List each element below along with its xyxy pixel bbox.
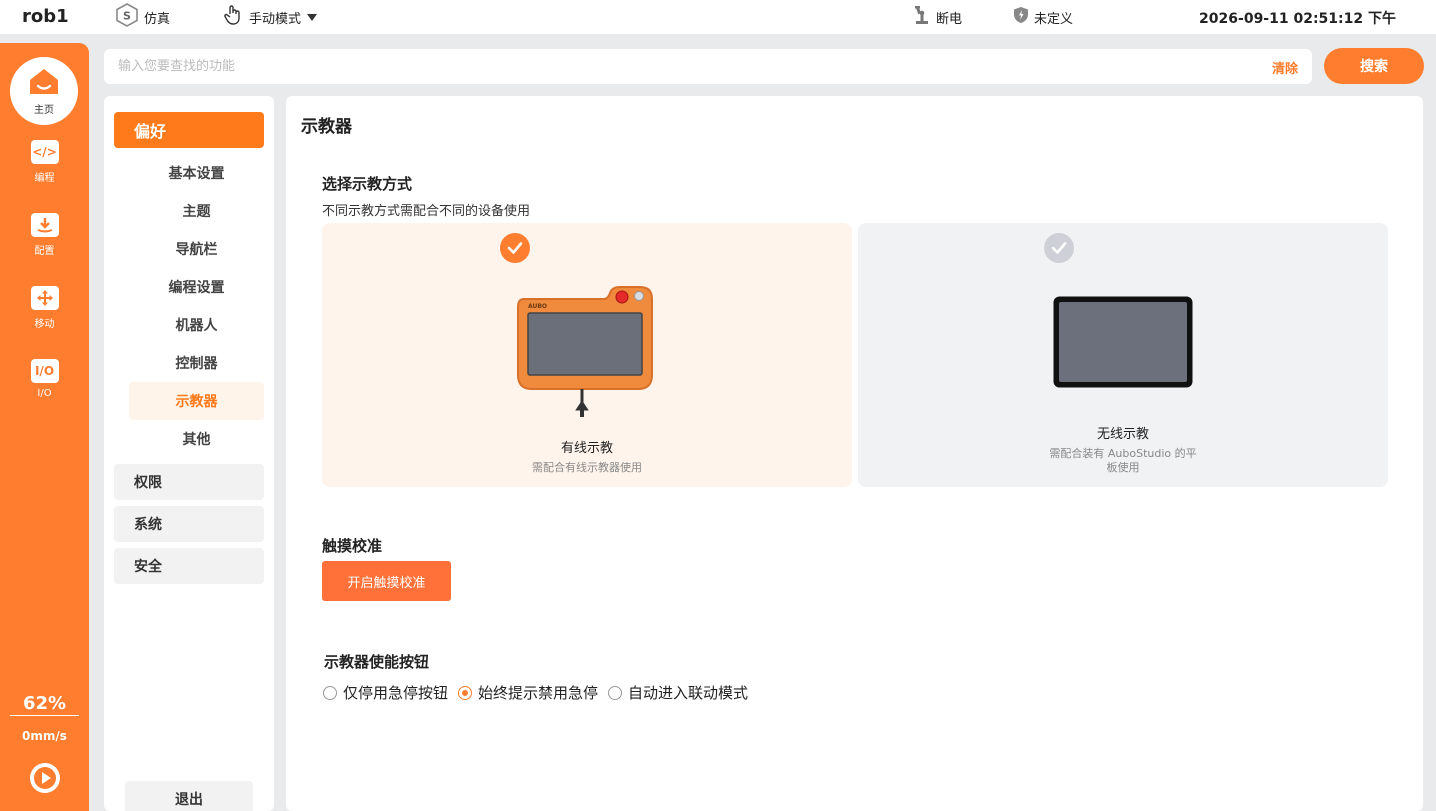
robot-name[interactable]: rob1	[22, 6, 69, 27]
main-panel: 示教器 选择示教方式 不同示教方式需配合不同的设备使用 AUBO 有线示教 需配…	[286, 96, 1423, 811]
search-input[interactable]	[118, 49, 1218, 84]
radio-circle	[608, 685, 623, 700]
mode-section-desc: 不同示教方式需配合不同的设备使用	[322, 204, 531, 219]
move-arrows-icon	[30, 286, 59, 310]
wireless-teach-desc-line1: 需配合装有 AuboStudio 的平	[1049, 447, 1197, 460]
touch-calibration-button[interactable]: 开启触摸校准	[322, 561, 451, 601]
enable-section-title: 示教器使能按钮	[324, 653, 430, 671]
nav-item-theme[interactable]: 主题	[129, 192, 264, 230]
radio-always-prompt[interactable]: 始终提示禁用急停	[458, 682, 598, 703]
rail-item-label: 编程	[34, 173, 55, 184]
radio-label: 始终提示禁用急停	[478, 684, 599, 702]
speed-percentage[interactable]: 62%	[10, 693, 79, 716]
home-icon	[28, 67, 60, 99]
rail-item-label: I/O	[37, 388, 52, 399]
rail-item-config[interactable]: 配置	[0, 213, 89, 257]
play-button[interactable]	[30, 763, 60, 793]
nav-item-teach-pendant[interactable]: 示教器	[129, 382, 264, 420]
nav-item-basic-settings[interactable]: 基本设置	[129, 154, 264, 192]
nav-item-other[interactable]: 其他	[129, 420, 264, 458]
wired-teach-card[interactable]: AUBO 有线示教 需配合有线示教器使用	[322, 223, 852, 487]
rail-item-label: 配置	[34, 246, 55, 257]
top-bar: rob1 S 仿真 手动模式 断电 未定义 2026-09-11 02:51:1…	[0, 0, 1436, 34]
chevron-down-icon	[307, 13, 318, 21]
clear-button[interactable]: 清除	[1272, 58, 1298, 77]
nav-item-programming-settings[interactable]: 编程设置	[129, 268, 264, 306]
io-icon: I/O	[30, 359, 59, 383]
safety-status[interactable]: 未定义	[1013, 7, 1073, 27]
rail-item-move[interactable]: 移动	[0, 286, 89, 330]
search-button[interactable]: 搜索	[1324, 48, 1424, 84]
rail-item-io[interactable]: I/O I/O	[0, 359, 89, 399]
play-icon	[34, 767, 56, 789]
enable-button-radio-group: 仅停用急停按钮 始终提示禁用急停 自动进入联动模式	[323, 682, 758, 703]
pendant-brand-label: AUBO	[528, 303, 547, 310]
radio-circle	[323, 685, 337, 700]
power-status[interactable]: 断电	[913, 5, 963, 29]
wireless-teach-title: 无线示教	[1096, 427, 1149, 442]
radio-label: 自动进入联动模式	[628, 684, 749, 702]
nav-item-robot[interactable]: 机器人	[129, 306, 264, 344]
logout-button[interactable]: 退出	[125, 781, 253, 811]
radio-label: 仅停用急停按钮	[343, 684, 449, 702]
radio-auto-linkage[interactable]: 自动进入联动模式	[608, 682, 748, 703]
sim-mode-indicator[interactable]: S 仿真	[115, 3, 171, 27]
rail-item-programming[interactable]: </> 编程	[0, 140, 89, 184]
nav-category-system[interactable]: 系统	[114, 506, 264, 542]
wireless-teach-desc-line2: 板使用	[1106, 461, 1140, 474]
hand-mode-dropdown[interactable]: 手动模式	[222, 4, 318, 30]
hand-pointer-icon	[222, 4, 244, 30]
code-icon: </>	[30, 140, 59, 164]
radio-disable-estop-only[interactable]: 仅停用急停按钮	[323, 682, 448, 703]
power-label: 断电	[936, 11, 963, 27]
nav-category-preferences[interactable]: 偏好	[114, 112, 264, 148]
shield-icon	[1013, 6, 1029, 28]
wired-pendant-image: AUBO	[516, 285, 656, 423]
radio-circle	[458, 685, 473, 700]
mode-section-title: 选择示教方式	[322, 175, 413, 193]
search-bar: 清除	[104, 49, 1312, 84]
wireless-teach-card[interactable]: 无线示教 需配合装有 AuboStudio 的平 板使用	[858, 223, 1388, 487]
nav-item-controller[interactable]: 控制器	[129, 344, 264, 382]
nav-category-safety[interactable]: 安全	[114, 548, 264, 584]
touch-section-title: 触摸校准	[322, 537, 383, 555]
tablet-image	[1052, 295, 1194, 393]
check-icon	[500, 233, 530, 263]
wired-teach-desc: 需配合有线示教器使用	[532, 461, 642, 474]
simulation-icon: S	[115, 3, 139, 31]
safety-label: 未定义	[1034, 11, 1074, 27]
sim-mode-label: 仿真	[144, 11, 171, 27]
home-label: 主页	[34, 104, 54, 116]
wired-teach-title: 有线示教	[560, 441, 613, 456]
datetime: 2026-09-11 02:51:12 下午	[1199, 11, 1396, 27]
robot-arm-icon	[913, 5, 931, 29]
speed-readout: 0mm/s	[22, 729, 67, 743]
home-button[interactable]: 主页	[10, 57, 78, 125]
check-icon	[1044, 233, 1074, 263]
svg-text:S: S	[123, 10, 131, 23]
left-rail: 主页 </> 编程 配置 移动 I/O I/O 62% 0mm/s	[0, 43, 89, 811]
nav-item-navbar[interactable]: 导航栏	[129, 230, 264, 268]
hand-mode-label: 手动模式	[249, 11, 302, 27]
download-icon	[30, 213, 59, 237]
rail-item-label: 移动	[34, 319, 55, 330]
wireless-teach-desc: 需配合装有 AuboStudio 的平 板使用	[1013, 447, 1233, 475]
page-title: 示教器	[301, 117, 352, 137]
nav-category-permissions[interactable]: 权限	[114, 464, 264, 500]
settings-nav: 偏好 基本设置 主题 导航栏 编程设置 机器人 控制器 示教器 其他 权限 系统…	[104, 96, 274, 811]
